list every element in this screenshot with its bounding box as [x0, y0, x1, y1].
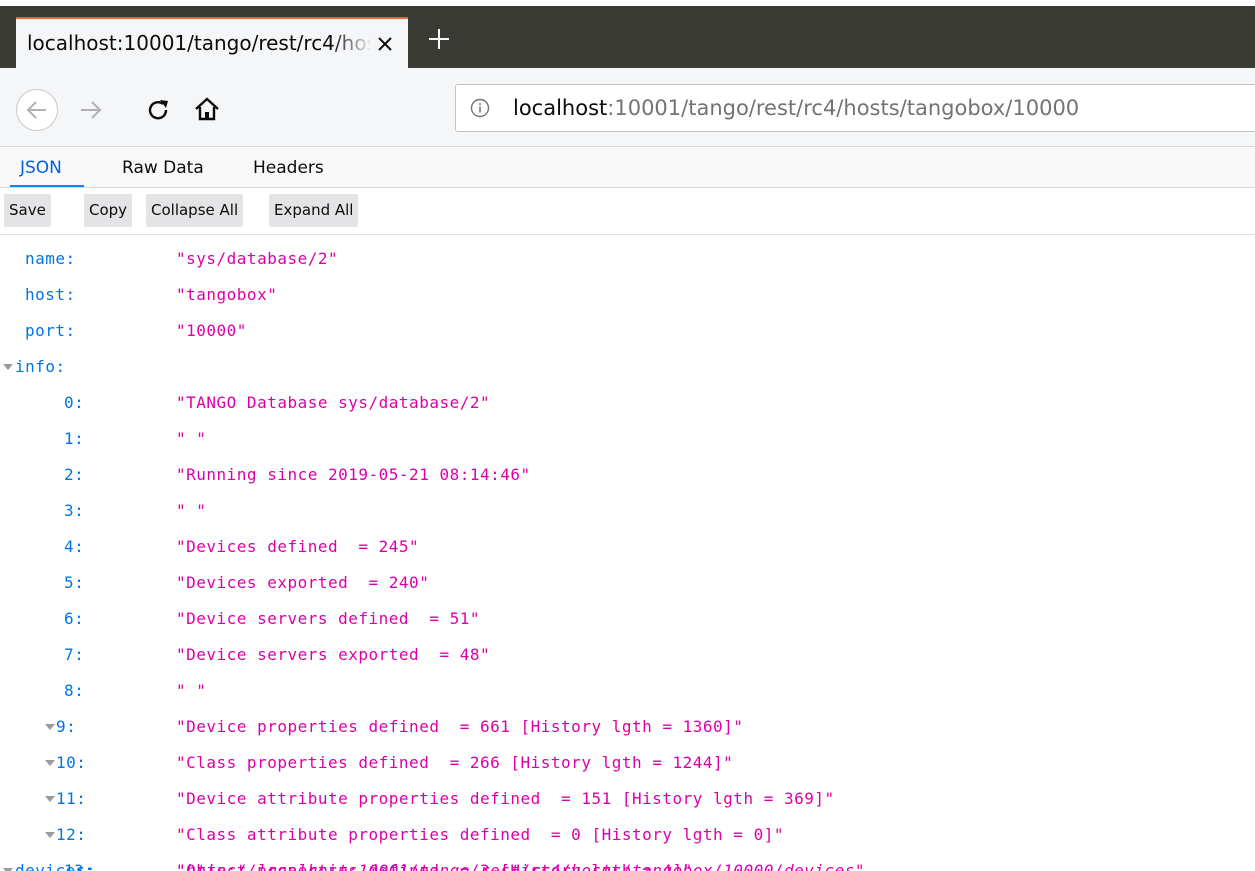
collapse-all-button[interactable]: Collapse All — [146, 194, 244, 227]
json-tree: name: "sys/database/2" host: "tangobox" … — [0, 235, 1255, 871]
browser-tab[interactable]: localhost:10001/tango/rest/rc4/hosts/tan… — [16, 17, 408, 68]
json-key: 1: — [64, 429, 85, 448]
close-icon[interactable] — [375, 34, 395, 54]
json-row-host[interactable]: host: "tangobox" — [0, 277, 1255, 313]
json-row-port[interactable]: port: "10000" — [0, 313, 1255, 349]
json-row-info-item[interactable]: 6: "Device servers defined = 51" — [0, 601, 1255, 637]
expand-toggle-icon[interactable] — [45, 796, 55, 802]
tab-strip: localhost:10001/tango/rest/rc4/hosts/tan… — [0, 0, 1255, 68]
expand-toggle-icon[interactable] — [45, 832, 55, 838]
expand-all-button[interactable]: Expand All — [269, 194, 359, 227]
json-value: " " — [176, 681, 207, 700]
json-row-info-item[interactable]: 7: "Device servers exported = 48" — [0, 637, 1255, 673]
back-arrow-icon — [26, 101, 46, 119]
tab-title: localhost:10001/tango/rest/rc4/hosts/tan… — [27, 31, 372, 55]
json-value: " " — [176, 501, 207, 520]
json-row-info-item[interactable]: 0: "TANGO Database sys/database/2" — [0, 385, 1255, 421]
url-host: localhost — [513, 96, 608, 120]
tab-headers[interactable]: Headers — [253, 147, 324, 187]
json-row-info-item[interactable]: 10: "Class properties defined = 266 [Hist… — [0, 745, 1255, 781]
json-row-info-item[interactable]: 3: " " — [0, 493, 1255, 529]
json-key: info: — [15, 357, 66, 376]
json-key: 5: — [64, 573, 85, 592]
json-key: host: — [25, 285, 76, 304]
tab-json[interactable]: JSON — [10, 147, 84, 187]
json-row-info-item[interactable]: 1: " " — [0, 421, 1255, 457]
json-key: 9: — [56, 717, 77, 736]
url-path: :10001/tango/rest/rc4/hosts/tangobox/100… — [607, 96, 1080, 120]
json-value: " " — [176, 429, 207, 448]
info-icon[interactable] — [470, 98, 490, 118]
json-value: "tangobox" — [176, 285, 278, 304]
save-button[interactable]: Save — [4, 194, 51, 227]
viewer-tabs: JSON Raw Data Headers — [0, 147, 1255, 188]
expand-toggle-icon[interactable] — [45, 724, 55, 730]
reload-icon[interactable] — [146, 97, 172, 123]
json-key: 0: — [64, 393, 85, 412]
json-value: "TANGO Database sys/database/2" — [176, 393, 491, 412]
json-value: "Device attribute properties defined = 1… — [176, 789, 835, 808]
json-key: devices: — [15, 861, 97, 871]
json-value: "Device properties defined = 661 [Histor… — [176, 717, 744, 736]
json-row-info-item[interactable]: 8: " " — [0, 673, 1255, 709]
json-key: 10: — [56, 753, 87, 772]
json-key: 7: — [64, 645, 85, 664]
json-value: "Device servers defined = 51" — [176, 609, 480, 628]
json-key: 6: — [64, 609, 85, 628]
json-key: 3: — [64, 501, 85, 520]
expand-toggle-icon[interactable] — [3, 364, 13, 370]
json-key: 4: — [64, 537, 85, 556]
json-key: name: — [25, 249, 76, 268]
json-key: 8: — [64, 681, 85, 700]
json-toolbar: Save Copy Collapse All Expand All — [0, 188, 1255, 235]
url-text[interactable]: localhost:10001/tango/rest/rc4/hosts/tan… — [513, 96, 1079, 120]
home-icon[interactable] — [193, 96, 221, 122]
json-key: 12: — [56, 825, 87, 844]
back-button[interactable] — [16, 89, 58, 131]
json-key: port: — [25, 321, 76, 340]
json-row-name[interactable]: name: "sys/database/2" — [0, 241, 1255, 277]
json-value: "Class properties defined = 266 [History… — [176, 753, 734, 772]
address-bar[interactable]: localhost:10001/tango/rest/rc4/hosts/tan… — [455, 84, 1255, 132]
json-value: "Devices exported = 240" — [176, 573, 430, 592]
json-value: "Devices defined = 245" — [176, 537, 420, 556]
expand-toggle-icon[interactable] — [45, 760, 55, 766]
json-row-info[interactable]: info: — [0, 349, 1255, 385]
json-key: 2: — [64, 465, 85, 484]
json-row-info-item[interactable]: 5: "Devices exported = 240" — [0, 565, 1255, 601]
json-value: "Class attribute properties defined = 0 … — [176, 825, 784, 844]
json-row-info-item[interactable]: 4: "Devices defined = 245" — [0, 529, 1255, 565]
window-top-edge — [0, 0, 1255, 6]
json-key: 11: — [56, 789, 87, 808]
json-row-info-item[interactable]: 2: "Running since 2019-05-21 08:14:46" — [0, 457, 1255, 493]
json-value: "Running since 2019-05-21 08:14:46" — [176, 465, 531, 484]
new-tab-plus-icon[interactable] — [428, 28, 450, 50]
json-row-info-item[interactable]: 11: "Device attribute properties defined … — [0, 781, 1255, 817]
json-row-info-item[interactable]: 12: "Class attribute properties defined =… — [0, 817, 1255, 853]
json-value-link[interactable]: "http://localhost:10001/tango/rest/rc4/h… — [176, 861, 865, 871]
tab-raw-data[interactable]: Raw Data — [122, 147, 204, 187]
forward-arrow-icon[interactable] — [79, 99, 103, 121]
json-row-devices[interactable]: devices: "http://localhost:10001/tango/r… — [0, 853, 1255, 871]
navigation-bar: localhost:10001/tango/rest/rc4/hosts/tan… — [0, 68, 1255, 147]
json-value: "10000" — [176, 321, 247, 340]
copy-button[interactable]: Copy — [84, 194, 133, 227]
json-value: "sys/database/2" — [176, 249, 339, 268]
json-value: "Device servers exported = 48" — [176, 645, 491, 664]
json-row-info-item[interactable]: 9: "Device properties defined = 661 [Hist… — [0, 709, 1255, 745]
